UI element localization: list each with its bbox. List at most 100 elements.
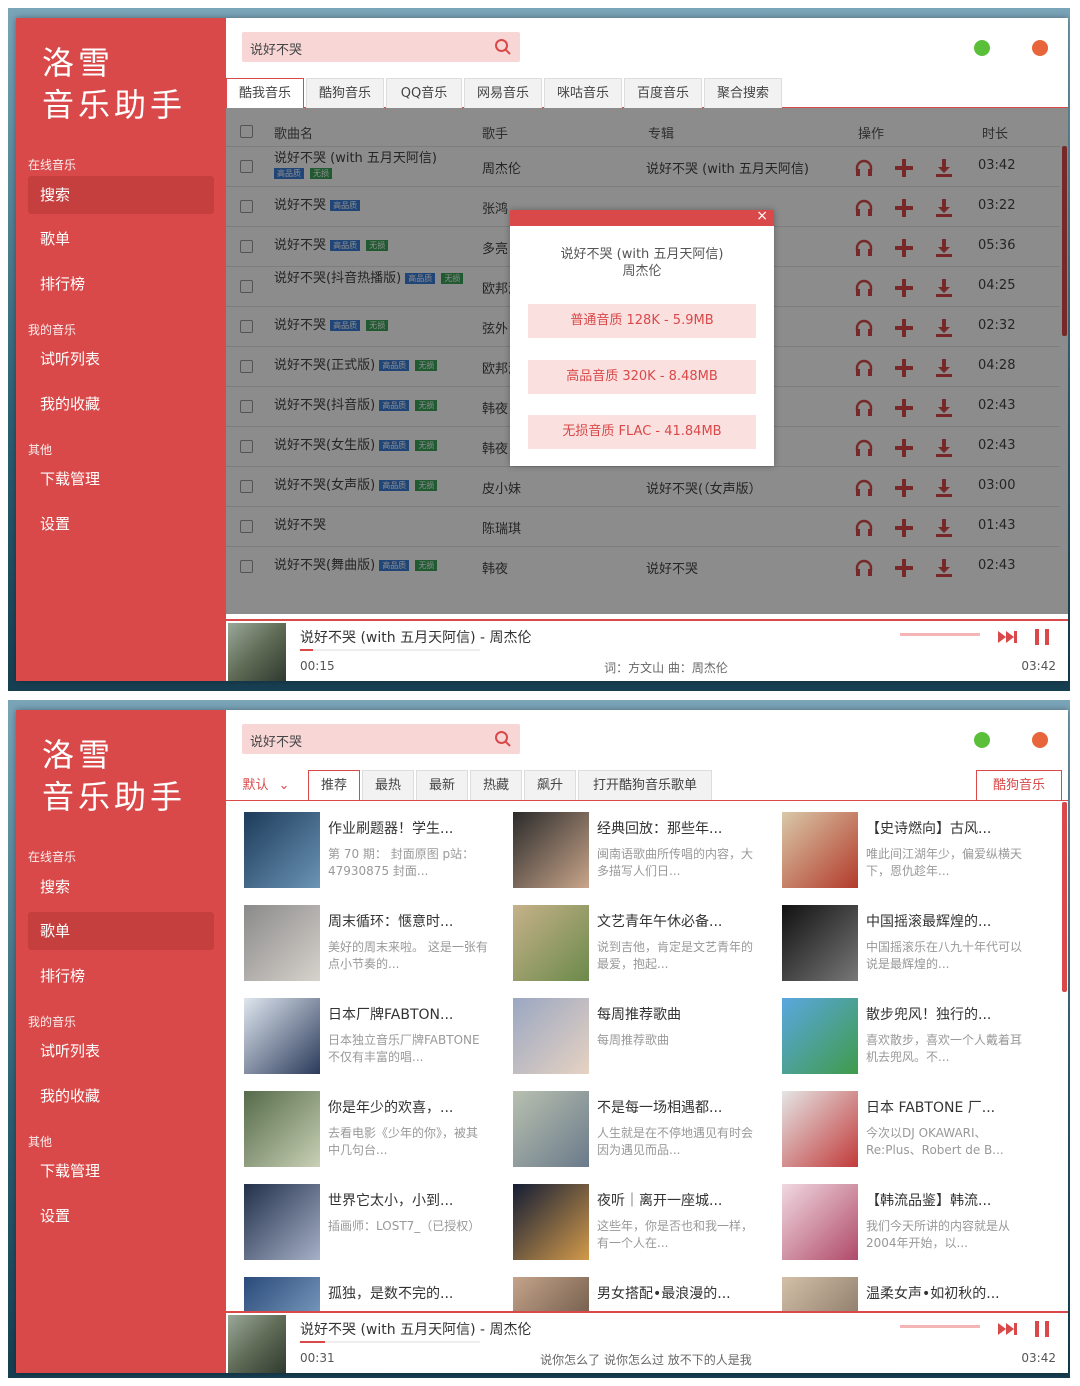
playlist-title[interactable]: 【史诗燃向】古风... [866, 818, 991, 838]
playlist-card[interactable]: 周末循环：惬意时... 美好的周末来啦。 这是一张有点小节奏的... [244, 905, 506, 985]
playlist-title[interactable]: 男女搭配•最浪漫的... [597, 1283, 731, 1303]
playlist-title[interactable]: 日本 FABTONE 厂... [866, 1097, 995, 1117]
progress-bar[interactable] [300, 1341, 480, 1343]
sidebar-item-favorites[interactable]: 我的收藏 [28, 385, 214, 423]
playlist-card[interactable]: 【韩流品鉴】韩流... 我们今天所讲的内容就是从2004年开始，以... [782, 1184, 1044, 1264]
sidebar-item-favorites[interactable]: 我的收藏 [28, 1077, 214, 1115]
sidebar-item-search[interactable]: 搜索 [28, 176, 214, 214]
search-input[interactable]: 说好不哭 [250, 731, 302, 750]
playlist-cover[interactable] [244, 812, 320, 888]
playlist-cover[interactable] [244, 1184, 320, 1260]
playlist-cover[interactable] [513, 905, 589, 981]
close-button[interactable] [1032, 40, 1048, 56]
tab-sort[interactable]: 飙升 [524, 770, 576, 800]
playlist-card[interactable]: 散步兜风！独行的... 喜欢散步，喜欢一个人戴着耳机去兜风。不... [782, 998, 1044, 1078]
playlist-cover[interactable] [513, 998, 589, 1074]
playlist-cover[interactable] [513, 1184, 589, 1260]
pause-icon[interactable] [1032, 627, 1052, 647]
tab-sort[interactable]: 最热 [362, 770, 414, 800]
playlist-title[interactable]: 文艺青年午休必备... [597, 911, 722, 931]
sidebar-item-trial-list[interactable]: 试听列表 [28, 1032, 214, 1070]
playlist-cover[interactable] [782, 998, 858, 1074]
sidebar-item-playlist[interactable]: 歌单 [28, 912, 214, 950]
sidebar-item-charts[interactable]: 排行榜 [28, 265, 214, 303]
playlist-cover[interactable] [244, 1091, 320, 1167]
playlist-title[interactable]: 世界它太小，小到... [328, 1190, 453, 1210]
playlist-card[interactable]: 文艺青年午休必备... 说到吉他，肯定是文艺青年的最爱，抱起... [513, 905, 775, 985]
quality-standard-button[interactable]: 普通音质 128K - 5.9MB [528, 304, 756, 338]
quality-lossless-button[interactable]: 无损音质 FLAC - 41.84MB [528, 415, 756, 449]
search-icon[interactable] [494, 730, 512, 748]
sidebar-item-downloads[interactable]: 下载管理 [28, 1152, 214, 1190]
playlist-cover[interactable] [244, 998, 320, 1074]
sidebar-item-search[interactable]: 搜索 [28, 868, 214, 906]
grid-scrollbar[interactable] [1062, 802, 1067, 992]
playlist-card[interactable]: 日本 FABTONE 厂... 今次以DJ OKAWARI、Re:Plus、Ro… [782, 1091, 1044, 1171]
playlist-title[interactable]: 每周推荐歌曲 [597, 1004, 681, 1024]
quality-high-button[interactable]: 高品音质 320K - 8.48MB [528, 360, 756, 394]
search-icon[interactable] [494, 38, 512, 56]
next-track-icon[interactable] [996, 627, 1020, 647]
progress-bar[interactable] [300, 649, 480, 651]
playlist-title[interactable]: 不是每一场相遇都... [597, 1097, 722, 1117]
tab-source[interactable]: QQ音乐 [386, 78, 462, 108]
playlist-card[interactable]: 夜听｜离开一座城... 这些年，你是否也和我一样，有一个人在... [513, 1184, 775, 1264]
playlist-title[interactable]: 日本厂牌FABTON... [328, 1004, 453, 1024]
sidebar-item-downloads[interactable]: 下载管理 [28, 460, 214, 498]
sidebar-item-trial-list[interactable]: 试听列表 [28, 340, 214, 378]
playlist-title[interactable]: 中国摇滚最辉煌的... [866, 911, 991, 931]
playlist-card[interactable]: 你是年少的欢喜，... 去看电影《少年的你》，被其中几句台... [244, 1091, 506, 1171]
tab-open-playlist[interactable]: 打开酷狗音乐歌单 [578, 770, 712, 800]
playlist-card[interactable]: 世界它太小，小到... 插画师：LOST7_（已授权） [244, 1184, 506, 1264]
playlist-title[interactable]: 作业刷题器！学生... [328, 818, 453, 838]
tab-sort[interactable]: 热藏 [470, 770, 522, 800]
playlist-title[interactable]: 经典回放：那些年... [597, 818, 722, 838]
sidebar-item-playlist[interactable]: 歌单 [28, 220, 214, 258]
close-icon[interactable]: × [756, 208, 768, 224]
tab-source[interactable]: 百度音乐 [624, 78, 702, 108]
playlist-cover[interactable] [513, 1091, 589, 1167]
sort-select[interactable]: 默认 ⌄ [232, 770, 300, 800]
playlist-cover[interactable] [782, 812, 858, 888]
album-cover[interactable] [228, 623, 286, 681]
playlist-card[interactable]: 作业刷题器！学生... 第 70 期： 封面原图 p站：47930875 封面.… [244, 812, 506, 892]
playlist-title[interactable]: 孤独，是数不完的... [328, 1283, 453, 1303]
playlist-card[interactable]: 每周推荐歌曲 每周推荐歌曲 [513, 998, 775, 1078]
minimize-button[interactable] [974, 40, 990, 56]
search-box[interactable]: 说好不哭 [242, 724, 520, 754]
playlist-card[interactable]: 不是每一场相遇都... 人生就是在不停地遇见有时会因为遇见而品... [513, 1091, 775, 1171]
tab-sort[interactable]: 推荐 [308, 770, 360, 800]
playlist-cover[interactable] [782, 1091, 858, 1167]
tab-source[interactable]: 咪咕音乐 [544, 78, 622, 108]
tab-source[interactable]: 酷我音乐 [226, 78, 304, 108]
search-box[interactable]: 说好不哭 [242, 32, 520, 62]
tab-source[interactable]: 网易音乐 [464, 78, 542, 108]
tab-sort[interactable]: 最新 [416, 770, 468, 800]
playlist-title[interactable]: 你是年少的欢喜，... [328, 1097, 453, 1117]
playlist-cover[interactable] [782, 905, 858, 981]
playlist-title[interactable]: 夜听｜离开一座城... [597, 1190, 722, 1210]
playlist-title[interactable]: 散步兜风！独行的... [866, 1004, 991, 1024]
playlist-card[interactable]: 【史诗燃向】古风... 唯此间江湖年少，偏爱纵横天下，恩仇趁年... [782, 812, 1044, 892]
playlist-card[interactable]: 中国摇滚最辉煌的... 中国摇滚乐在八九十年代可以说是最辉煌的... [782, 905, 1044, 985]
volume-slider[interactable] [900, 633, 980, 636]
volume-slider[interactable] [900, 1325, 980, 1328]
album-cover[interactable] [228, 1315, 286, 1373]
playlist-title[interactable]: 周末循环：惬意时... [328, 911, 453, 931]
pause-icon[interactable] [1032, 1319, 1052, 1339]
minimize-button[interactable] [974, 732, 990, 748]
next-track-icon[interactable] [996, 1319, 1020, 1339]
playlist-cover[interactable] [244, 905, 320, 981]
source-select[interactable]: 酷狗音乐 [976, 770, 1062, 800]
playlist-card[interactable]: 日本厂牌FABTON... 日本独立音乐厂牌FABTONE不仅有丰富的唱... [244, 998, 506, 1078]
tab-source[interactable]: 酷狗音乐 [306, 78, 384, 108]
playlist-title[interactable]: 【韩流品鉴】韩流... [866, 1190, 991, 1210]
tab-source[interactable]: 聚合搜索 [704, 78, 782, 108]
sidebar-item-settings[interactable]: 设置 [28, 1197, 214, 1235]
close-button[interactable] [1032, 732, 1048, 748]
playlist-cover[interactable] [513, 812, 589, 888]
sidebar-item-charts[interactable]: 排行榜 [28, 957, 214, 995]
playlist-title[interactable]: 温柔女声•如初秋的... [866, 1283, 1000, 1303]
search-input[interactable]: 说好不哭 [250, 39, 302, 58]
sidebar-item-settings[interactable]: 设置 [28, 505, 214, 543]
